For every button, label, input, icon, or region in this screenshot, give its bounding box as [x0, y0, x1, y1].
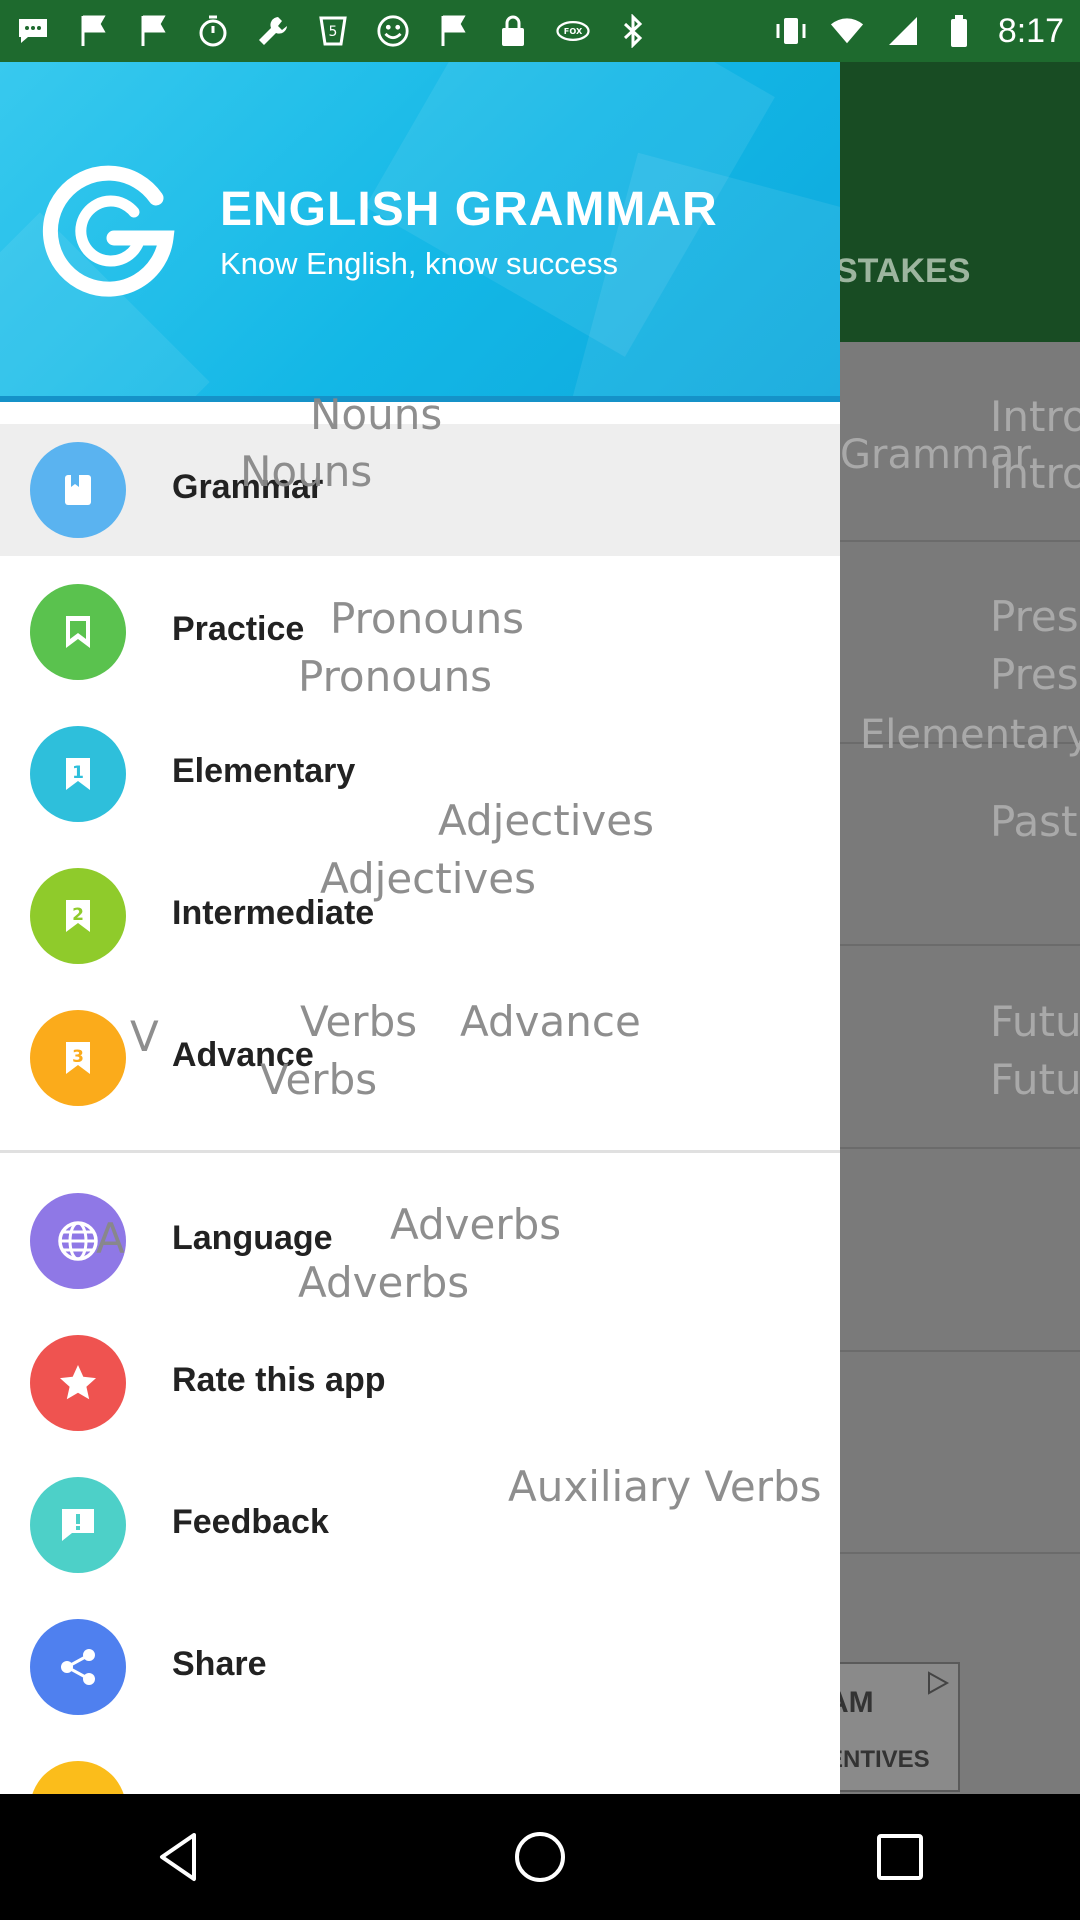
ghost-text: Nouns [310, 390, 443, 439]
background-text: Elementary [860, 712, 1080, 758]
menu-item-advance[interactable]: 3 Advance [0, 992, 840, 1124]
ad-text: ENTIVES [827, 1746, 930, 1773]
home-icon[interactable] [500, 1817, 580, 1897]
background-text: Futu [990, 997, 1080, 1046]
flag-icon [76, 14, 110, 48]
ghost-text: Adjectives [438, 796, 654, 845]
svg-text:1: 1 [72, 763, 84, 783]
stopwatch-icon [196, 14, 230, 48]
battery-icon [942, 14, 976, 48]
menu-divider [0, 1150, 840, 1153]
ad-play-icon [924, 1670, 950, 1701]
background-text: Past [990, 797, 1078, 846]
ghost-text: V [130, 1012, 159, 1061]
system-icons: 8:17 [774, 12, 1064, 51]
clock: 8:17 [997, 11, 1064, 50]
star-icon [30, 1335, 126, 1431]
flag-icon [436, 14, 470, 48]
menu-item-grammar[interactable]: Grammar [0, 424, 840, 556]
ghost-text: Adjectives [320, 854, 536, 903]
share-icon [30, 1619, 126, 1715]
book-icon [30, 442, 126, 538]
ghost-text: Adverbs [390, 1200, 562, 1249]
svg-text:5: 5 [329, 24, 338, 40]
menu-item-rate-app[interactable]: Rate this app [0, 1317, 840, 1449]
wrench-icon [256, 14, 290, 48]
menu-item-label: Rate this app [172, 1361, 386, 1399]
menu-item-label: Language [172, 1219, 333, 1257]
vibrate-icon [774, 14, 808, 48]
notification-icons: 5 FOX [16, 14, 650, 48]
fox-sports-icon: FOX [556, 14, 590, 48]
flag-icon [136, 14, 170, 48]
ghost-text: Nouns [240, 447, 373, 496]
app-tagline: Know English, know success [220, 246, 619, 281]
recents-icon[interactable] [860, 1817, 940, 1897]
background-text: Prese [990, 650, 1080, 699]
ghost-text: Verbs [260, 1055, 378, 1104]
ghost-text: Auxiliary Verbs [508, 1462, 822, 1511]
signal-icon [886, 14, 920, 48]
bookmark-3-icon: 3 [30, 1010, 126, 1106]
wifi-icon [830, 14, 864, 48]
smiley-icon [376, 14, 410, 48]
bluetooth-icon [616, 14, 650, 48]
ghost-text: Advance [460, 997, 641, 1046]
menu-item-share[interactable]: Share [0, 1601, 840, 1733]
navigation-drawer: ENGLISH GRAMMAR Know English, know succe… [0, 62, 840, 1794]
ghost-text: A [96, 1214, 125, 1263]
ghost-text: Adverbs [298, 1258, 470, 1307]
background-text: Futu [990, 1055, 1080, 1104]
app-icon: 5 [316, 14, 350, 48]
menu-item-elementary[interactable]: 1 Elementary [0, 708, 840, 840]
feedback-icon [30, 1477, 126, 1573]
background-tab-label: STAKES [835, 252, 971, 290]
lock-icon [496, 14, 530, 48]
menu-item-label: Feedback [172, 1503, 329, 1541]
drawer-header: ENGLISH GRAMMAR Know English, know succe… [0, 62, 840, 400]
status-bar: 5 FOX 8:17 [0, 0, 1080, 62]
menu-item-partial[interactable] [0, 1743, 840, 1794]
ghost-text: Pronouns [330, 594, 525, 643]
menu-item-label: Elementary [172, 752, 356, 790]
svg-text:2: 2 [72, 905, 84, 925]
back-icon[interactable] [140, 1817, 220, 1897]
menu-item-label: Practice [172, 610, 305, 648]
menu-item-label: Share [172, 1645, 267, 1683]
bookmark-1-icon: 1 [30, 726, 126, 822]
app-logo-icon [42, 165, 175, 297]
bookmark-icon [30, 584, 126, 680]
svg-text:FOX: FOX [564, 26, 583, 36]
background-text: Grammar [840, 432, 1031, 478]
partial-icon [30, 1761, 126, 1794]
background-text: Prese [990, 592, 1080, 641]
system-nav-bar [0, 1794, 1080, 1920]
ghost-text: Verbs [300, 997, 418, 1046]
ghost-text: Pronouns [298, 652, 493, 701]
svg-text:3: 3 [72, 1047, 84, 1067]
message-icon [16, 14, 50, 48]
bookmark-2-icon: 2 [30, 868, 126, 964]
app-title: ENGLISH GRAMMAR [220, 183, 718, 236]
